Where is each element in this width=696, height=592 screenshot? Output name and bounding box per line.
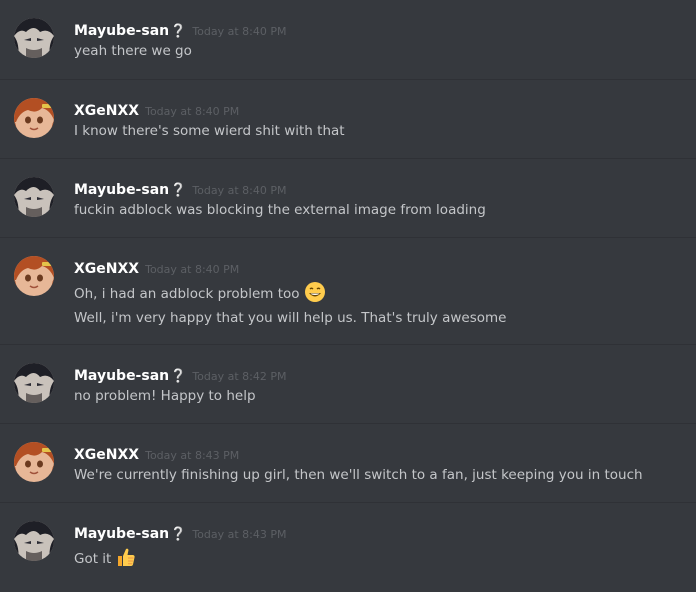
grinning-face-emoji-icon[interactable] (304, 281, 326, 307)
username[interactable]: Mayube-san (74, 526, 169, 542)
message: Mayube-san❔ Today at 8:42 PM no problem! … (0, 344, 696, 423)
avatar-orange-hair[interactable] (14, 98, 54, 138)
message: XGeNXX Today at 8:40 PM Oh, i had an adbl… (0, 237, 696, 344)
orange-hair-anime-avatar-icon (14, 98, 54, 138)
timestamp: Today at 8:40 PM (192, 25, 287, 38)
avatar-dark-hair[interactable] (14, 521, 54, 561)
dark-hair-avatar-icon (14, 18, 54, 58)
message-text: We're currently finishing up girl, then … (74, 467, 643, 483)
username[interactable]: Mayube-san (74, 23, 169, 39)
message-text: I know there's some wierd shit with that (74, 123, 345, 139)
avatar-dark-hair[interactable] (14, 177, 54, 217)
avatar-orange-hair[interactable] (14, 442, 54, 482)
thumbs-up-emoji-icon[interactable] (115, 546, 137, 572)
message-text: fuckin adblock was blocking the external… (74, 202, 486, 218)
orange-hair-anime-avatar-icon (14, 256, 54, 296)
question-badge-icon: ❔ (170, 369, 187, 384)
timestamp: Today at 8:43 PM (145, 449, 240, 462)
dark-hair-avatar-icon (14, 177, 54, 217)
username[interactable]: Mayube-san (74, 368, 169, 384)
chat-messages: Mayube-san❔ Today at 8:40 PM yeah there w… (0, 0, 696, 592)
timestamp: Today at 8:40 PM (192, 184, 287, 197)
dark-hair-avatar-icon (14, 521, 54, 561)
question-badge-icon: ❔ (170, 24, 187, 39)
message-text-line: Got it (74, 546, 137, 572)
username[interactable]: XGeNXX (74, 103, 139, 119)
question-badge-icon: ❔ (170, 527, 187, 542)
timestamp: Today at 8:43 PM (192, 528, 287, 541)
dark-hair-avatar-icon (14, 363, 54, 403)
question-badge-icon: ❔ (170, 183, 187, 198)
message: XGeNXX Today at 8:40 PM I know there's so… (0, 79, 696, 158)
message: XGeNXX Today at 8:43 PM We're currently f… (0, 423, 696, 502)
message-text: Oh, i had an adblock problem too (74, 286, 300, 302)
orange-hair-anime-avatar-icon (14, 442, 54, 482)
timestamp: Today at 8:42 PM (192, 370, 287, 383)
avatar-dark-hair[interactable] (14, 18, 54, 58)
message: Mayube-san❔ Today at 8:40 PM fuckin adblo… (0, 158, 696, 237)
message-text: Well, i'm very happy that you will help … (74, 310, 507, 326)
username[interactable]: XGeNXX (74, 261, 139, 277)
avatar-orange-hair[interactable] (14, 256, 54, 296)
message-text-line: Oh, i had an adblock problem too (74, 281, 326, 307)
username[interactable]: Mayube-san (74, 182, 169, 198)
message: Mayube-san❔ Today at 8:43 PM Got it (0, 502, 696, 588)
timestamp: Today at 8:40 PM (145, 105, 240, 118)
username[interactable]: XGeNXX (74, 447, 139, 463)
timestamp: Today at 8:40 PM (145, 263, 240, 276)
message-text: no problem! Happy to help (74, 388, 256, 404)
message-text: yeah there we go (74, 43, 192, 59)
message-text: Got it (74, 551, 112, 567)
avatar-dark-hair[interactable] (14, 363, 54, 403)
message: Mayube-san❔ Today at 8:40 PM yeah there w… (0, 0, 696, 79)
